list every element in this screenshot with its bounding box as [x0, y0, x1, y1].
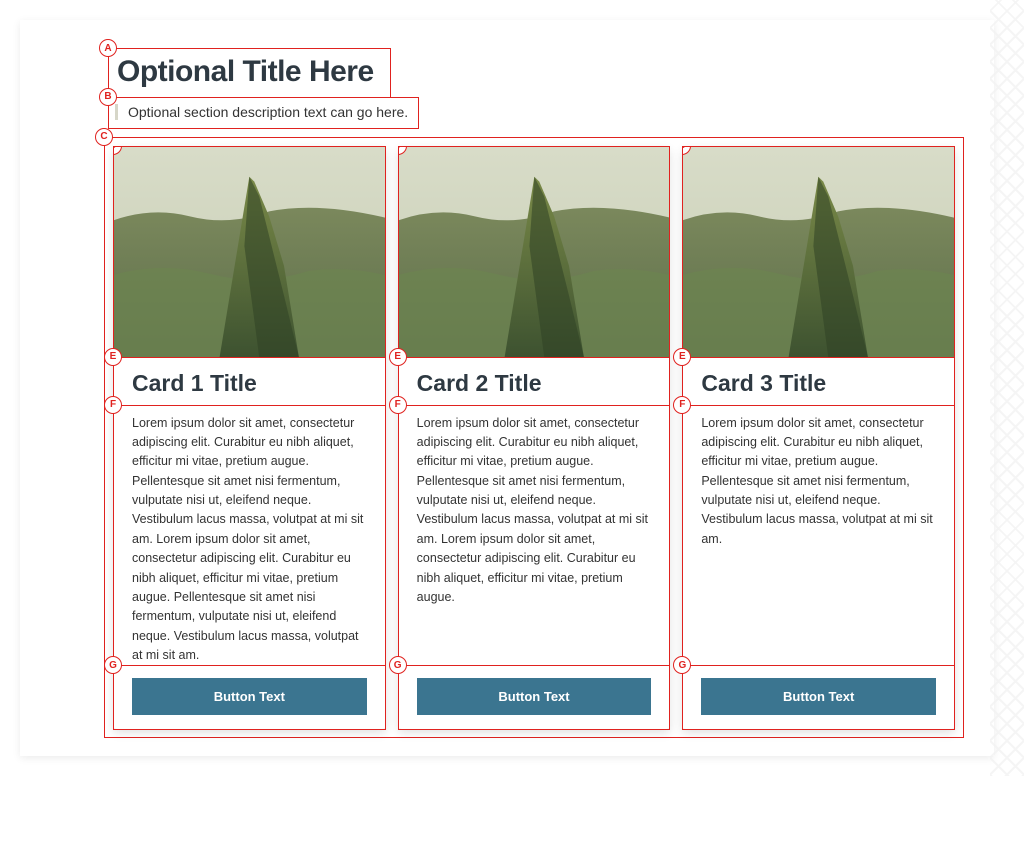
decorative-pattern: [990, 0, 1024, 776]
card-button-region: G Button Text: [113, 666, 386, 730]
card-text: Lorem ipsum dolor sit amet, consectetur …: [132, 414, 367, 666]
mountain-image: [114, 147, 385, 357]
card-button[interactable]: Button Text: [417, 678, 652, 715]
annotation-marker-f: F: [104, 396, 122, 414]
card-title-region: E Card 3 Title: [682, 358, 955, 406]
annotation-marker-f: F: [389, 396, 407, 414]
card-title-region: E Card 2 Title: [398, 358, 671, 406]
annotation-marker-e: E: [104, 348, 122, 366]
card-button-region: G Button Text: [682, 666, 955, 730]
section-description-region: B Optional section description text can …: [108, 97, 419, 129]
cards-section: C D: [104, 137, 964, 739]
mountain-image: [683, 147, 954, 357]
annotation-marker-e: E: [673, 348, 691, 366]
card-image-region: D: [682, 146, 955, 358]
annotation-marker-c: C: [95, 128, 113, 146]
card-text-region: F Lorem ipsum dolor sit amet, consectetu…: [398, 406, 671, 667]
card-title: Card 1 Title: [114, 370, 385, 397]
card-title-region: E Card 1 Title: [113, 358, 386, 406]
card-text-region: F Lorem ipsum dolor sit amet, consectetu…: [113, 406, 386, 667]
card-text-region: F Lorem ipsum dolor sit amet, consectetu…: [682, 406, 955, 667]
annotation-marker-g: G: [389, 656, 407, 674]
annotation-marker-e: E: [389, 348, 407, 366]
card-image-region: D: [113, 146, 386, 358]
card-text: Lorem ipsum dolor sit amet, consectetur …: [417, 414, 652, 608]
card: D E Card 3 Title: [682, 146, 955, 730]
cards-row: D: [113, 146, 955, 730]
section-title-region: A Optional Title Here: [108, 48, 391, 98]
annotation-marker-g: G: [104, 656, 122, 674]
card: D: [113, 146, 386, 730]
section-title: Optional Title Here: [117, 55, 374, 89]
card-title: Card 2 Title: [399, 370, 670, 397]
card-button[interactable]: Button Text: [132, 678, 367, 715]
mountain-image: [399, 147, 670, 357]
page-container: A Optional Title Here B Optional section…: [20, 20, 994, 756]
annotation-marker-f: F: [673, 396, 691, 414]
card-title: Card 3 Title: [683, 370, 954, 397]
annotation-marker-b: B: [99, 88, 117, 106]
annotation-marker-g: G: [673, 656, 691, 674]
card-text: Lorem ipsum dolor sit amet, consectetur …: [701, 414, 936, 550]
section-description: Optional section description text can go…: [115, 104, 408, 120]
card: D E Card 2 Title: [398, 146, 671, 730]
card-button[interactable]: Button Text: [701, 678, 936, 715]
card-button-region: G Button Text: [398, 666, 671, 730]
card-image-region: D: [398, 146, 671, 358]
annotation-marker-a: A: [99, 39, 117, 57]
